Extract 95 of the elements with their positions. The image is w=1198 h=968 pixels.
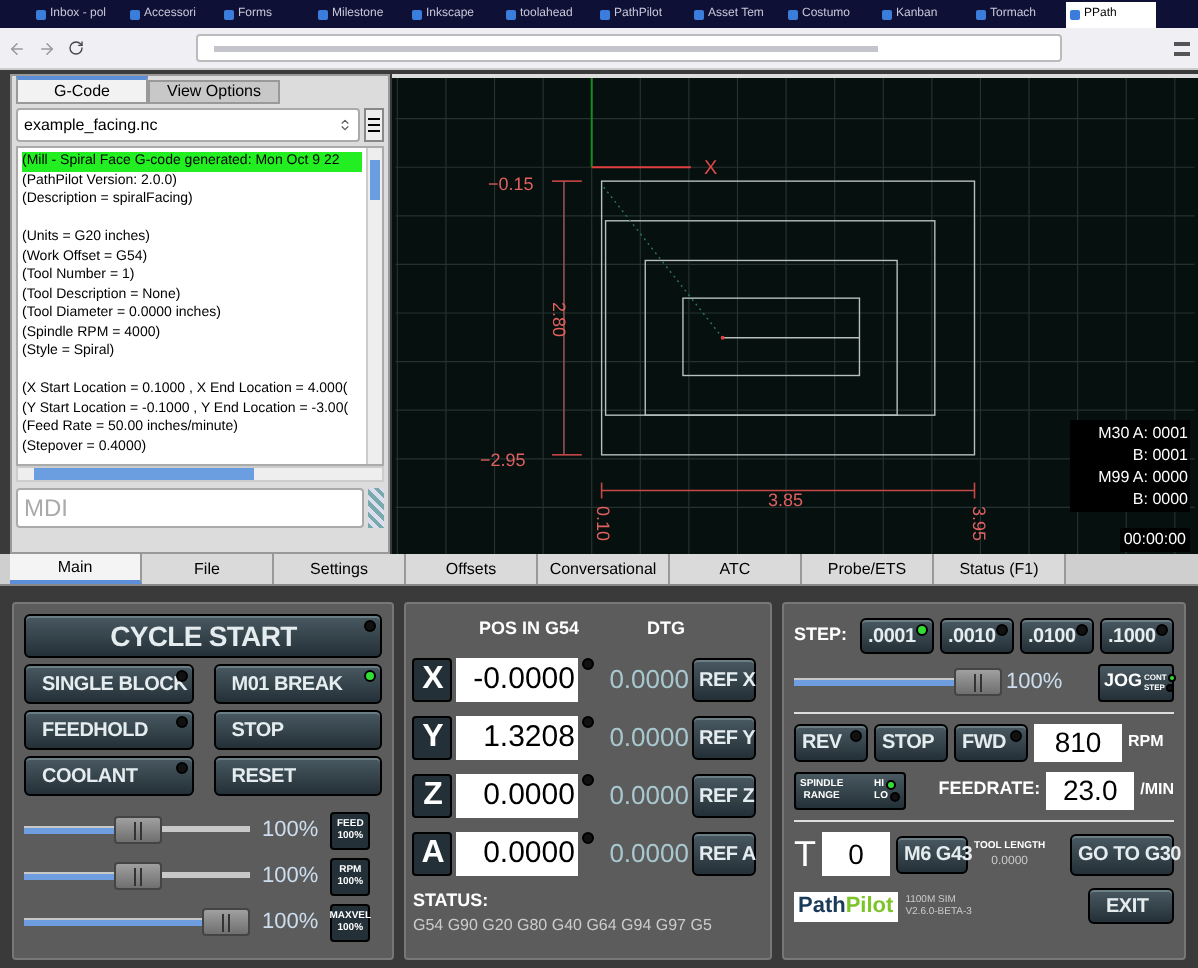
position-field[interactable]: -0.0000 [456,658,579,702]
menu-icon[interactable] [364,108,384,142]
feedrate-field[interactable]: 23.0 [1046,771,1135,809]
feedrate-label: FEEDRATE: [938,776,1041,803]
machine-button[interactable]: STOP [213,710,383,750]
spindle-button[interactable]: REV [794,723,868,761]
step-button[interactable]: .0001 [860,618,934,654]
dimension-label: 2.80 [547,301,572,338]
machine-button[interactable]: FEEDHOLD [24,710,194,750]
tab-icon [976,10,986,20]
override-reading: 100% [262,861,319,892]
column-header: DTG [647,616,685,642]
axis-button[interactable]: X [412,658,453,702]
horizontal-scrollbar[interactable] [16,466,384,482]
counter-text: M99 A: 0000 [1098,466,1188,488]
step-button[interactable]: .1000 [1100,618,1174,654]
axis-button[interactable]: Y [412,716,453,760]
machine-button[interactable]: RESET [213,756,383,796]
step-button[interactable]: .0100 [1020,618,1094,654]
main-tab[interactable]: Probe/ETS [802,554,934,584]
axis-button[interactable]: Z [412,774,453,818]
counter-text: B: 0001 [1132,444,1188,466]
step-label: STEP: [794,622,850,649]
tab-icon [882,10,892,20]
dimension-label: 3.85 [768,488,804,514]
timer-text: 00:00:00 [1119,528,1190,552]
mdi-field[interactable]: MDI [16,488,364,528]
jog-reading: 100% [1006,667,1063,698]
tab-icon [600,10,610,20]
slider-thumb[interactable] [114,862,163,890]
tool-label: T [794,831,816,877]
unit-label: /MIN [1140,778,1174,802]
spindle-button[interactable]: STOP [874,723,948,761]
dtg-value: 0.0000 [607,778,689,815]
dimension-label: −2.95 [480,448,526,474]
column-header: POS IN G54 [478,616,579,642]
main-tab[interactable]: File [142,554,274,584]
spindle-button[interactable]: FWD [954,723,1028,761]
dimension-label: 0.10 [591,505,616,542]
override-reading: 100% [262,907,319,938]
tab-icon [130,10,140,20]
pathpilot-logo: PathPilot [794,891,898,921]
main-tab[interactable]: Offsets [406,554,538,584]
tab-icon [788,10,798,20]
unit-label: RPM [1128,730,1164,754]
step-button[interactable]: .0010 [940,618,1014,654]
ref-button[interactable]: REF A [692,832,757,876]
status-text: G54 G90 G20 G80 G40 G64 G94 G97 G5 [412,914,714,938]
main-tab[interactable]: Status (F1) [934,554,1066,584]
main-tab[interactable]: Settings [274,554,406,584]
machine-button[interactable]: SINGLE BLOCK [24,664,194,704]
tab-icon [506,10,516,20]
position-field[interactable]: 0.0000 [456,774,579,818]
tab-icon [694,10,704,20]
dimension-label: 3.95 [967,505,992,542]
dtg-value: 0.0000 [607,662,689,699]
m6-button[interactable]: M6 G43 [896,835,968,873]
counter-text: M30 A: 0001 [1098,422,1188,444]
main-tab[interactable]: ATC [670,554,802,584]
tool-field[interactable]: 0 [822,832,890,876]
machine-button[interactable]: M01 BREAK [213,664,383,704]
reload-icon[interactable] [68,40,84,56]
menu-icon[interactable] [1174,41,1190,55]
axis-button[interactable]: A [412,832,453,876]
slider-thumb[interactable] [954,668,1003,696]
position-field[interactable]: 0.0000 [456,832,579,876]
main-tab[interactable]: Main [10,554,142,584]
tab-icon [1070,10,1080,20]
dtg-value: 0.0000 [607,720,689,757]
dtg-value: 0.0000 [607,836,689,873]
slider-thumb[interactable] [114,816,163,844]
axis-label: X [704,156,718,184]
ref-button[interactable]: REF Z [692,774,757,818]
slider-thumb[interactable] [202,908,251,936]
rpm-field[interactable]: 810 [1034,723,1122,761]
tab-icon [318,10,328,20]
scrollbar[interactable] [366,148,382,464]
position-field[interactable]: 1.3208 [456,716,579,760]
status-label: STATUS: [412,887,491,913]
ref-button[interactable]: REF Y [692,716,757,760]
cycle-start-button[interactable]: CYCLE START [24,614,383,658]
exit-button[interactable]: EXIT [1088,888,1174,924]
machine-button[interactable]: COOLANT [24,756,194,796]
main-tab[interactable]: Conversational [538,554,670,584]
panel-tab[interactable]: G-Code [16,76,148,104]
panel-tab[interactable]: View Options [148,80,280,104]
dropdown-icon [338,118,352,132]
file-dropdown[interactable]: example_facing.nc [16,108,360,142]
tab-icon [412,10,422,20]
dimension-label: −0.15 [488,172,534,198]
counter-text: B: 0000 [1132,488,1188,510]
override-reading: 100% [262,815,319,846]
tab-icon [36,10,46,20]
tab-icon [224,10,234,20]
ref-button[interactable]: REF X [692,658,757,702]
